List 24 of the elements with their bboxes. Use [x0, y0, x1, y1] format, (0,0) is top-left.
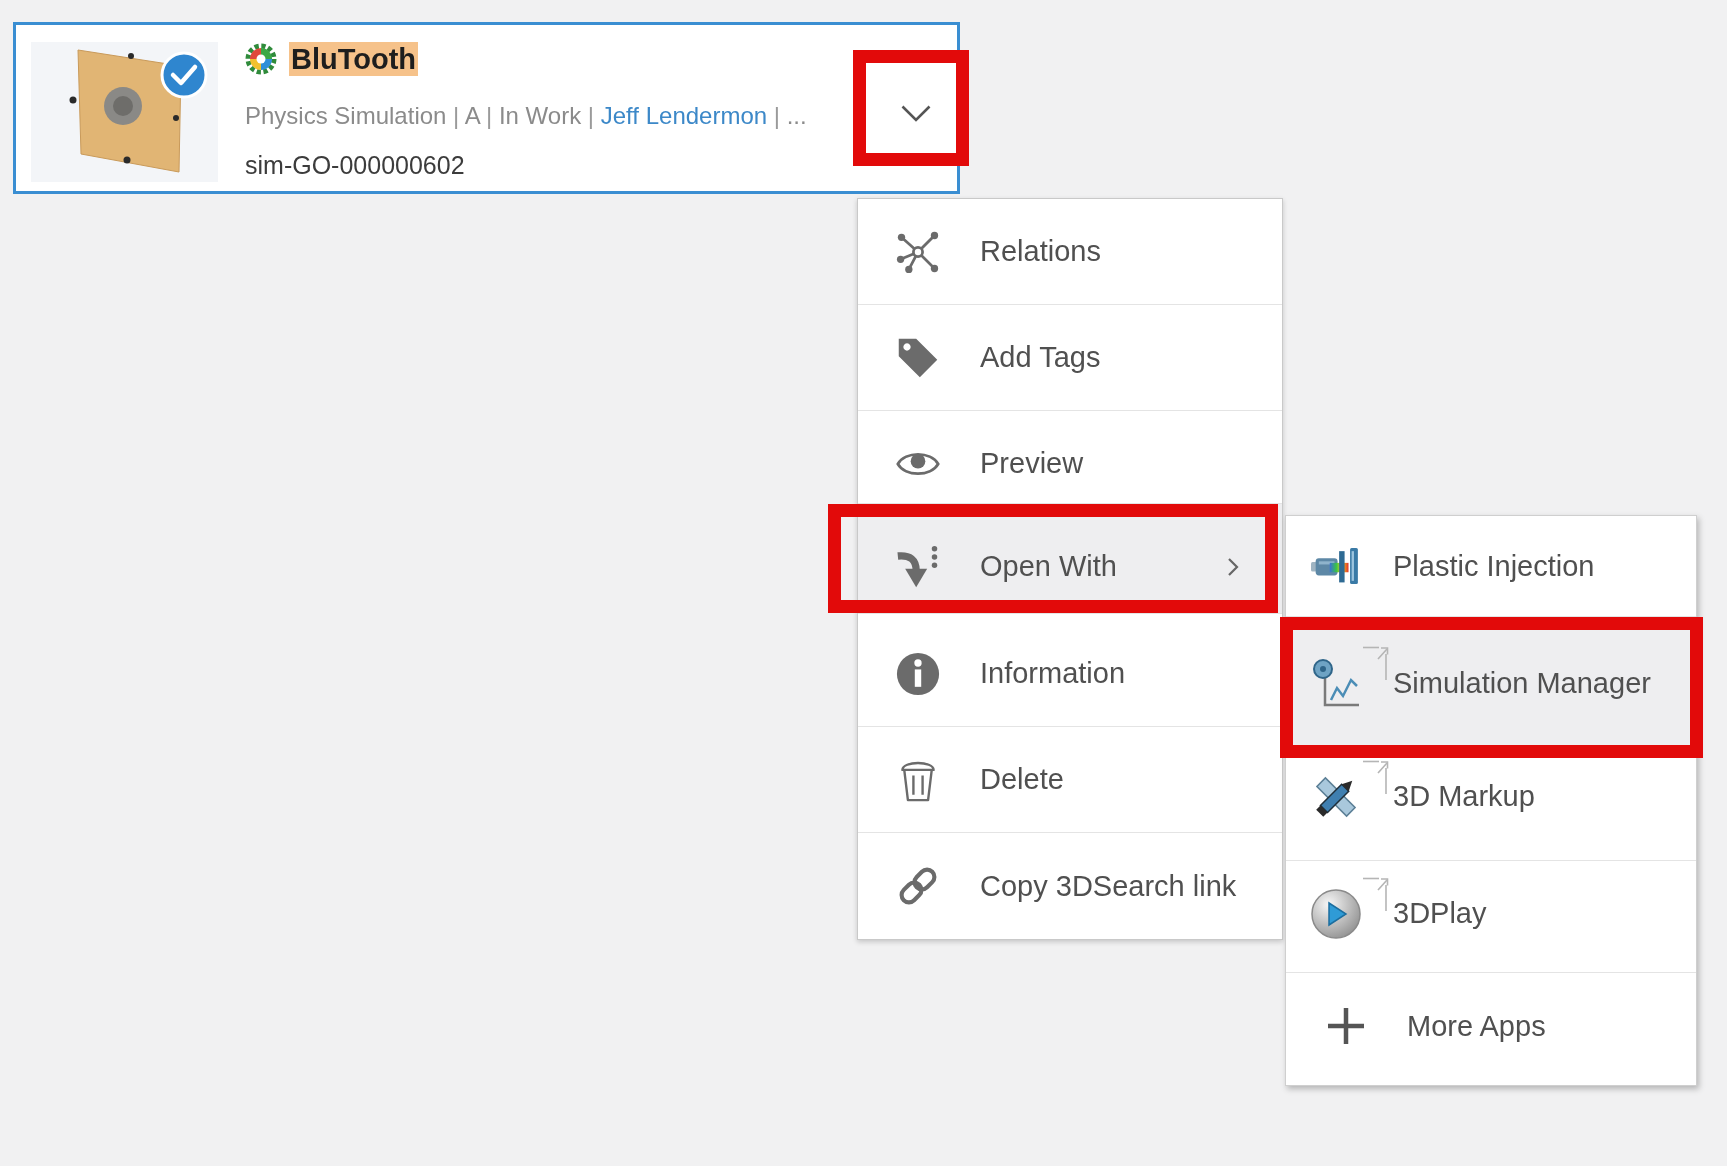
menu-item[interactable]: Delete: [858, 727, 1282, 833]
submenu-item[interactable]: Simulation Manager: [1293, 630, 1690, 745]
chevron-down-icon: [901, 104, 931, 122]
menu-item[interactable]: Preview: [858, 411, 1282, 504]
gear-icon: [245, 43, 277, 75]
submenu-item[interactable]: More Apps: [1286, 973, 1696, 1085]
info-icon: [896, 651, 940, 696]
play-icon: [1311, 888, 1361, 939]
menu-item[interactable]: Copy 3DSearch link: [858, 833, 1282, 939]
submenu-item[interactable]: 3DPlay: [1286, 861, 1696, 973]
menu-item[interactable]: Relations: [858, 199, 1282, 305]
metadata-line: Physics Simulation | A | In Work | Jeff Lendermon | ...: [245, 101, 807, 131]
submenu-item[interactable]: 3D Markup: [1286, 758, 1696, 861]
item-title: BluTooth: [289, 42, 419, 76]
menu-item[interactable]: Information: [858, 614, 1282, 727]
owner-link[interactable]: Jeff Lendermon: [600, 102, 768, 129]
item-id: sim-GO-000000602: [245, 150, 465, 180]
check-icon: [160, 51, 208, 99]
pin-chart-icon: [1311, 658, 1361, 708]
curved-arrow-icon: [896, 544, 940, 589]
menu-item[interactable]: Add Tags: [858, 305, 1282, 411]
submenu-item[interactable]: Plastic Injection: [1286, 516, 1696, 617]
plus-icon: [1326, 1006, 1366, 1046]
network-icon: [896, 229, 940, 274]
